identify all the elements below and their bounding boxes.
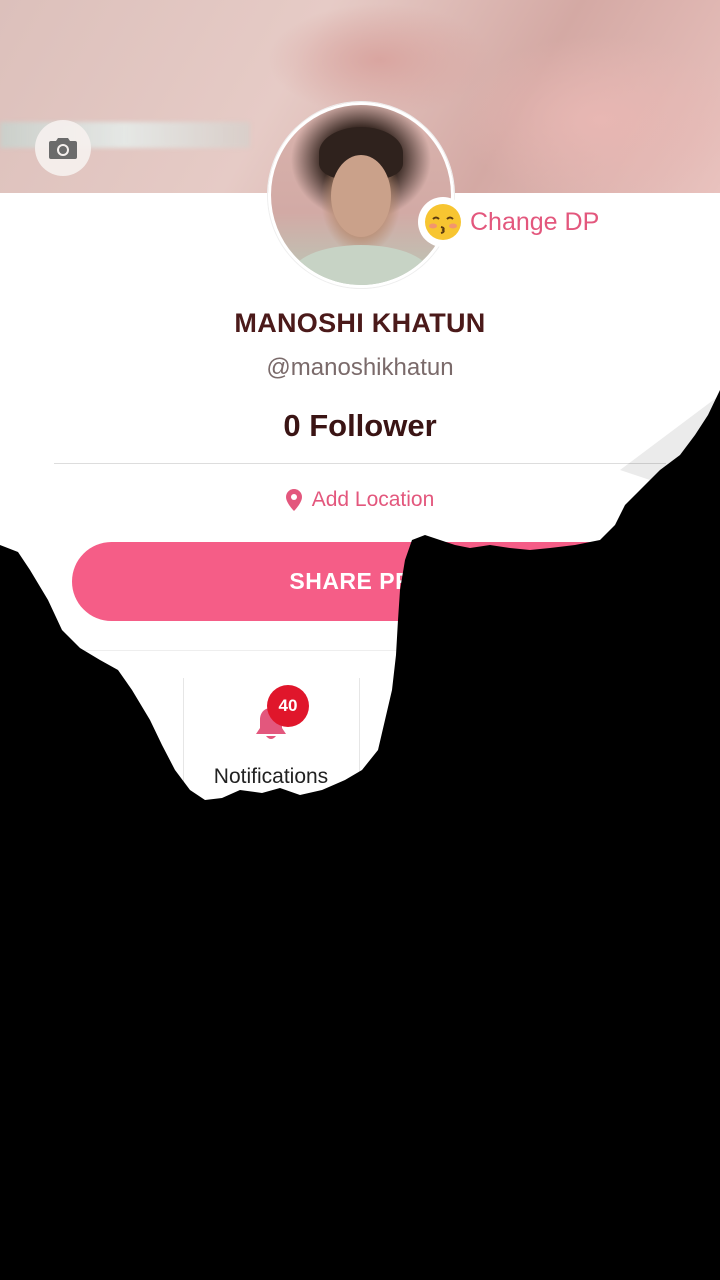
notification-badge: 40 <box>267 685 309 727</box>
kissing-face-icon <box>418 197 468 247</box>
share-profile-label: SHARE PRO <box>289 568 431 594</box>
profile-handle: @manoshikhatun <box>266 354 454 381</box>
change-dp-label: Change DP <box>470 207 600 236</box>
tile-separator <box>359 678 360 788</box>
add-location-label: Add Location <box>311 488 435 511</box>
notifications-label: Notifications <box>213 765 329 788</box>
divider <box>54 463 666 464</box>
profile-name: MANOSHI KHATUN <box>234 308 486 338</box>
profile-avatar[interactable] <box>268 102 454 288</box>
camera-icon <box>49 138 77 159</box>
add-location-button[interactable]: Add Location <box>0 488 720 512</box>
tiles-divider <box>54 650 666 651</box>
notifications-tile[interactable]: 40 Notifications <box>184 680 358 800</box>
share-profile-button[interactable]: SHARE PRO <box>72 542 648 621</box>
location-pin-icon <box>285 489 302 511</box>
avatar-shoulders <box>291 245 431 285</box>
change-cover-button[interactable] <box>35 120 91 176</box>
change-dp-button[interactable]: Change DP <box>418 196 599 248</box>
avatar-face <box>331 155 391 237</box>
follower-count[interactable]: 0 Follower <box>0 408 720 444</box>
